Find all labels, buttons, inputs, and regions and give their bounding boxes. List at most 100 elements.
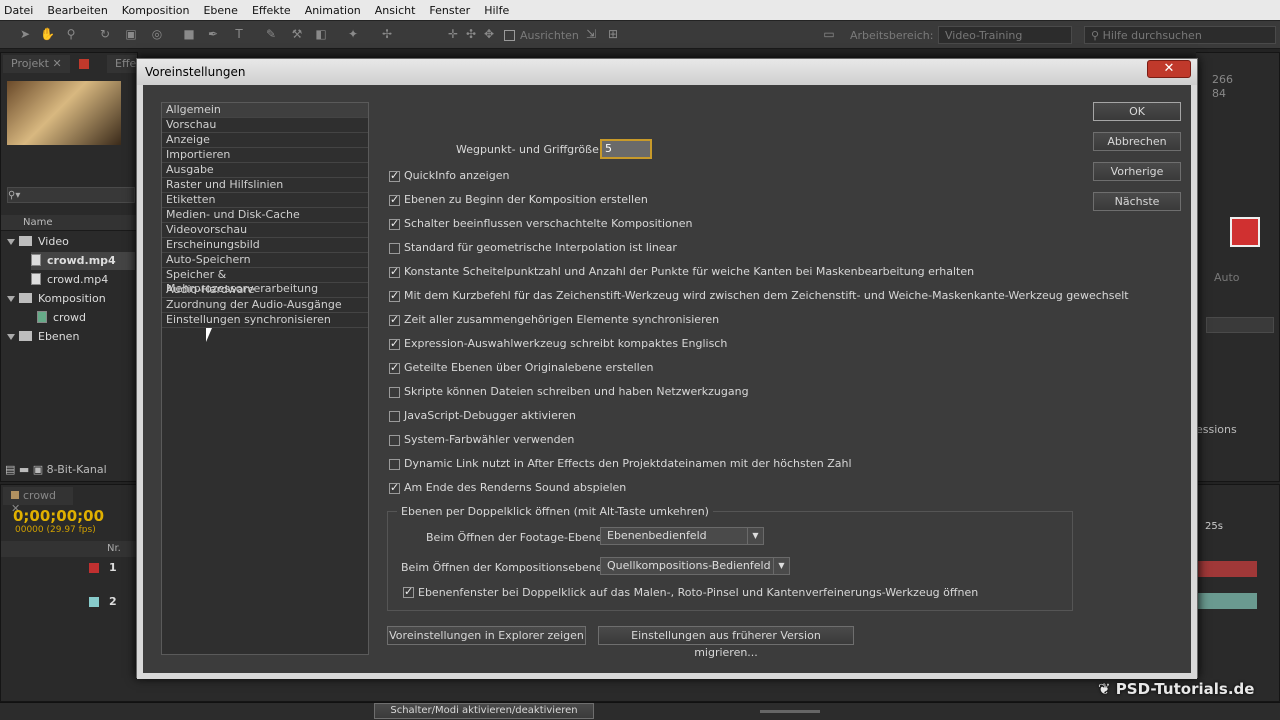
right-search-input[interactable] bbox=[1206, 317, 1274, 333]
footage-open-select[interactable]: Ebenenbedienfeld ▼ bbox=[600, 527, 764, 545]
help-search-input[interactable]: ⚲ Hilfe durchsuchen bbox=[1084, 26, 1276, 44]
close-icon[interactable]: ✕ bbox=[52, 57, 61, 70]
world-axis-icon[interactable]: ✣ bbox=[464, 27, 478, 41]
project-item-komposition-folder[interactable]: Komposition bbox=[7, 290, 106, 308]
puppet-tool-icon[interactable]: ✢ bbox=[380, 27, 394, 41]
menu-animation[interactable]: Animation bbox=[305, 4, 361, 17]
option-checkbox-4[interactable] bbox=[389, 243, 400, 254]
category-ausgabe[interactable]: Ausgabe bbox=[162, 163, 368, 178]
category-importieren[interactable]: Importieren bbox=[162, 148, 368, 163]
new-folder-icon[interactable]: ▬ bbox=[19, 463, 33, 476]
right-panels: 266 84 Auto essions bbox=[1196, 52, 1280, 482]
menu-komposition[interactable]: Komposition bbox=[122, 4, 190, 17]
show-in-explorer-button[interactable]: Voreinstellungen in Explorer zeigen bbox=[387, 626, 586, 645]
view-axis-icon[interactable]: ✥ bbox=[482, 27, 496, 41]
menu-bearbeiten[interactable]: Bearbeiten bbox=[47, 4, 107, 17]
brush-tool-icon[interactable]: ✎ bbox=[264, 27, 278, 41]
option-checkbox-7[interactable] bbox=[389, 313, 400, 326]
menu-fenster[interactable]: Fenster bbox=[429, 4, 470, 17]
category-speicher[interactable]: Speicher & Mehrprozessorverarbeitung bbox=[162, 268, 368, 295]
project-search-input[interactable]: ⚲▾ bbox=[7, 187, 135, 203]
previous-button[interactable]: Vorherige bbox=[1093, 162, 1181, 181]
paint-open-checkbox[interactable] bbox=[403, 585, 414, 598]
fill-color-swatch[interactable] bbox=[1230, 217, 1260, 247]
menu-ebene[interactable]: Ebene bbox=[203, 4, 237, 17]
option-checkbox-1[interactable] bbox=[389, 169, 400, 182]
axis-mode-icon[interactable]: ✛ bbox=[446, 27, 460, 41]
selection-tool-icon[interactable]: ➤ bbox=[18, 27, 32, 41]
menu-hilfe[interactable]: Hilfe bbox=[484, 4, 509, 17]
align-option-icon[interactable]: ⇲ bbox=[584, 27, 598, 41]
hand-tool-icon[interactable]: ✋ bbox=[40, 27, 55, 41]
category-vorschau[interactable]: Vorschau bbox=[162, 118, 368, 133]
option-checkbox-11[interactable] bbox=[389, 411, 400, 422]
workspace-select[interactable]: Video-Training bbox=[938, 26, 1072, 44]
category-auto-speichern[interactable]: Auto-Speichern bbox=[162, 253, 368, 268]
layer-2-bar[interactable] bbox=[1197, 593, 1257, 609]
interpret-footage-icon[interactable]: ▤ bbox=[5, 463, 19, 476]
eraser-tool-icon[interactable]: ◧ bbox=[314, 27, 328, 41]
align-checkbox[interactable] bbox=[504, 30, 515, 41]
project-item-crowd-mp4[interactable]: crowd.mp4 bbox=[31, 271, 108, 289]
tab-project[interactable]: Projekt ✕ bbox=[3, 55, 70, 73]
option-checkbox-12[interactable] bbox=[389, 435, 400, 446]
comp-color-icon bbox=[11, 491, 19, 499]
option-checkbox-9[interactable] bbox=[389, 361, 400, 374]
menu-effekte[interactable]: Effekte bbox=[252, 4, 291, 17]
rectangle-tool-icon[interactable]: ■ bbox=[182, 27, 196, 41]
category-media-cache[interactable]: Medien- und Disk-Cache bbox=[162, 208, 368, 223]
text-tool-icon[interactable]: T bbox=[232, 27, 246, 41]
workspace-label: Arbeitsbereich: bbox=[850, 29, 934, 42]
distribute-option-icon[interactable]: ⊞ bbox=[606, 27, 620, 41]
zoom-tool-icon[interactable]: ⚲ bbox=[64, 27, 78, 41]
option-checkbox-5[interactable] bbox=[389, 265, 400, 278]
roto-brush-tool-icon[interactable]: ✦ bbox=[346, 27, 360, 41]
migrate-settings-button[interactable]: Einstellungen aus früherer Version migri… bbox=[598, 626, 854, 659]
project-item-crowd-mp4-selected[interactable]: crowd.mp4 bbox=[31, 252, 135, 270]
pen-tool-icon[interactable]: ✒ bbox=[206, 27, 220, 41]
column-header-name[interactable]: Name bbox=[1, 215, 139, 231]
option-checkbox-13[interactable] bbox=[389, 459, 400, 470]
option-checkbox-3[interactable] bbox=[389, 217, 400, 230]
pan-behind-tool-icon[interactable]: ◎ bbox=[150, 27, 164, 41]
bit-depth-label[interactable]: 8-Bit-Kanal bbox=[47, 463, 107, 476]
expand-icon[interactable] bbox=[7, 334, 15, 340]
option-checkbox-2[interactable] bbox=[389, 193, 400, 206]
category-raster[interactable]: Raster und Hilfslinien bbox=[162, 178, 368, 193]
category-audio-ausgaenge[interactable]: Zuordnung der Audio-Ausgänge bbox=[162, 298, 368, 313]
expand-icon[interactable] bbox=[7, 296, 15, 302]
option-checkbox-8[interactable] bbox=[389, 337, 400, 350]
category-videovorschau[interactable]: Videovorschau bbox=[162, 223, 368, 238]
camera-tool-icon[interactable]: ▣ bbox=[124, 27, 138, 41]
option-checkbox-14[interactable] bbox=[389, 481, 400, 494]
category-synchronisieren[interactable]: Einstellungen synchronisieren bbox=[162, 313, 368, 328]
cancel-button[interactable]: Abbrechen bbox=[1093, 132, 1181, 151]
project-item-video-folder[interactable]: Video bbox=[7, 233, 69, 251]
layer-column-header: Nr. bbox=[1, 541, 137, 557]
tab-effects[interactable]: Effe bbox=[107, 55, 137, 73]
timecode-display[interactable]: 0;00;00;00 bbox=[13, 507, 104, 525]
handle-size-input[interactable]: 5 bbox=[600, 139, 652, 159]
zoom-slider[interactable] bbox=[760, 710, 820, 713]
category-etiketten[interactable]: Etiketten bbox=[162, 193, 368, 208]
comp-open-select[interactable]: Quellkompositions-Bedienfeld ▼ bbox=[600, 557, 790, 575]
ok-button[interactable]: OK bbox=[1093, 102, 1181, 121]
layer-1-bar[interactable] bbox=[1197, 561, 1257, 577]
rotate-tool-icon[interactable]: ↻ bbox=[98, 27, 112, 41]
category-erscheinungsbild[interactable]: Erscheinungsbild bbox=[162, 238, 368, 253]
category-allgemein[interactable]: Allgemein bbox=[162, 103, 368, 118]
menu-ansicht[interactable]: Ansicht bbox=[375, 4, 416, 17]
tab-timeline-crowd[interactable]: crowd ✕ bbox=[3, 487, 73, 515]
dialog-close-button[interactable]: ✕ bbox=[1147, 60, 1191, 78]
next-button[interactable]: Nächste bbox=[1093, 192, 1181, 211]
clone-stamp-tool-icon[interactable]: ⚒ bbox=[290, 27, 304, 41]
toggle-switches-modes-button[interactable]: Schalter/Modi aktivieren/deaktivieren bbox=[374, 703, 594, 719]
project-item-ebenen-folder[interactable]: Ebenen bbox=[7, 328, 79, 346]
project-item-crowd-comp[interactable]: crowd bbox=[37, 309, 86, 327]
expand-icon[interactable] bbox=[7, 239, 15, 245]
new-comp-icon[interactable]: ▣ bbox=[33, 463, 47, 476]
menu-datei[interactable]: Datei bbox=[4, 4, 33, 17]
option-checkbox-6[interactable] bbox=[389, 289, 400, 302]
option-checkbox-10[interactable] bbox=[389, 387, 400, 398]
category-anzeige[interactable]: Anzeige bbox=[162, 133, 368, 148]
